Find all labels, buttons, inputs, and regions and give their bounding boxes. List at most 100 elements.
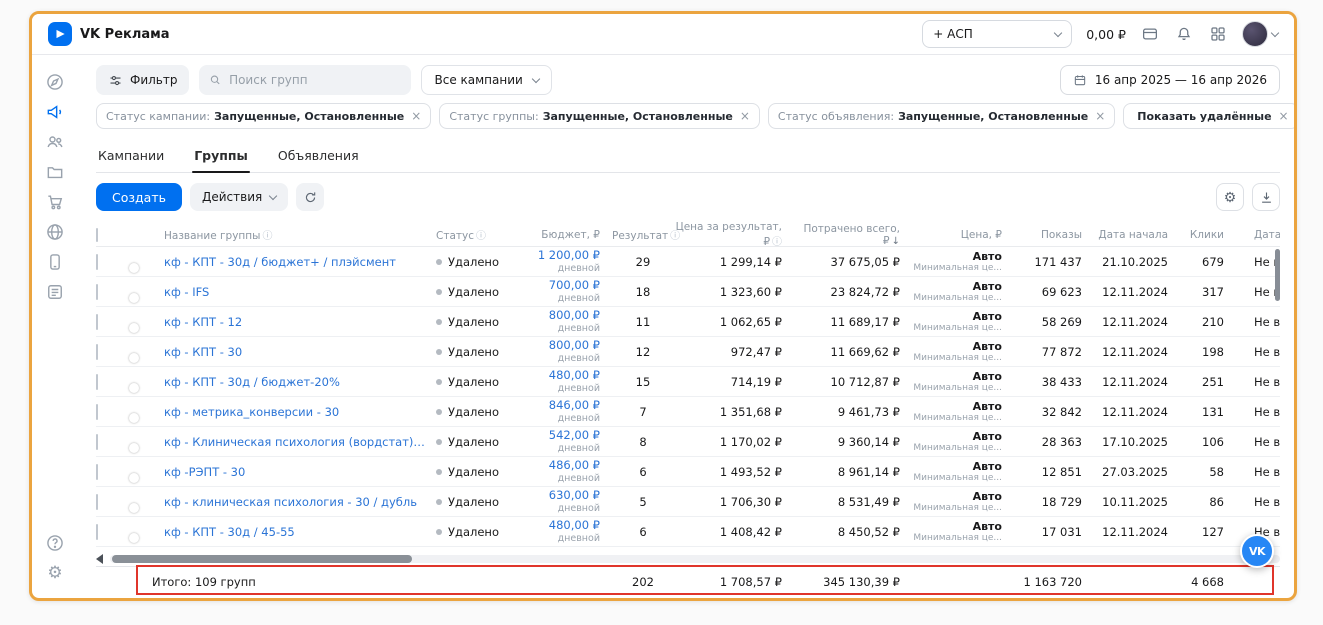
scrollbar-track[interactable] bbox=[110, 555, 1280, 563]
row-checkbox[interactable] bbox=[96, 404, 98, 420]
status-dot-icon bbox=[436, 469, 442, 475]
group-budget: 700,00 ₽дневной bbox=[528, 279, 612, 304]
row-checkbox[interactable] bbox=[96, 464, 98, 480]
filter-chip[interactable]: Статус кампании: Запущенные, Остановленн… bbox=[96, 103, 431, 129]
row-checkbox[interactable] bbox=[96, 524, 98, 540]
scroll-left-icon[interactable] bbox=[96, 554, 103, 564]
filter-chip[interactable]: Статус группы: Запущенные, Остановленные… bbox=[439, 103, 760, 129]
actions-button[interactable]: Действия bbox=[190, 183, 288, 211]
groups-table: Название группыⓘ Статусⓘ Бюджет, ₽ Резул… bbox=[96, 221, 1280, 547]
group-price: АвтоМинимальная це... bbox=[912, 310, 1014, 334]
refresh-button[interactable] bbox=[296, 183, 324, 211]
row-checkbox[interactable] bbox=[96, 344, 98, 360]
vk-ads-logo[interactable]: VK Реклама bbox=[48, 22, 170, 46]
catalogs-icon[interactable] bbox=[40, 277, 70, 307]
logo-text: VK Реклама bbox=[80, 27, 170, 42]
apps-grid-icon[interactable] bbox=[1208, 24, 1228, 44]
group-name-link[interactable]: кф - КПТ - 30 bbox=[164, 345, 436, 359]
table-header-row: Название группыⓘ Статусⓘ Бюджет, ₽ Резул… bbox=[96, 221, 1280, 247]
group-start-date: 12.11.2024 bbox=[1094, 405, 1180, 419]
group-status: Удалено bbox=[436, 495, 528, 509]
tab-campaigns[interactable]: Кампании bbox=[96, 141, 166, 172]
row-checkbox[interactable] bbox=[96, 284, 98, 300]
group-name-link[interactable]: кф -РЭПТ - 30 bbox=[164, 465, 436, 479]
group-name-link[interactable]: кф - КПТ - 30д / 45-55 bbox=[164, 525, 436, 539]
group-clicks: 127 bbox=[1180, 525, 1236, 539]
date-range-picker[interactable]: 16 апр 2025 — 16 апр 2026 bbox=[1060, 65, 1280, 95]
group-name-link[interactable]: кф - КПТ - 12 bbox=[164, 315, 436, 329]
row-checkbox[interactable] bbox=[96, 374, 98, 390]
col-group-name[interactable]: Название группыⓘ bbox=[164, 227, 436, 242]
audiences-icon[interactable] bbox=[40, 127, 70, 157]
row-checkbox[interactable] bbox=[96, 494, 98, 510]
mobile-apps-icon[interactable] bbox=[40, 247, 70, 277]
col-price[interactable]: Цена, ₽ bbox=[912, 229, 1014, 241]
status-dot-icon bbox=[436, 349, 442, 355]
col-budget[interactable]: Бюджет, ₽ bbox=[528, 229, 612, 241]
wallet-icon[interactable] bbox=[1140, 24, 1160, 44]
group-name-link[interactable]: кф - метрика_конверсии - 30 bbox=[164, 405, 436, 419]
search-icon bbox=[209, 73, 222, 87]
scrollbar-thumb[interactable] bbox=[112, 555, 412, 563]
tab-ads[interactable]: Объявления bbox=[276, 141, 361, 172]
status-dot-icon bbox=[436, 379, 442, 385]
row-checkbox[interactable] bbox=[96, 434, 98, 450]
totals-cost-per-result: 1 708,57 ₽ bbox=[674, 575, 794, 589]
group-impressions: 171 437 bbox=[1014, 255, 1094, 269]
group-name-link[interactable]: кф - IFS bbox=[164, 285, 436, 299]
filter-chip[interactable]: Статус объявления: Запущенные, Остановле… bbox=[768, 103, 1115, 129]
help-icon[interactable] bbox=[40, 528, 70, 558]
group-cost-per-result: 1 170,02 ₽ bbox=[674, 435, 794, 449]
row-checkbox[interactable] bbox=[96, 314, 98, 330]
chip-remove-icon[interactable]: × bbox=[1279, 109, 1289, 123]
col-cost-per-result[interactable]: Цена за результат, ₽ⓘ bbox=[674, 221, 794, 248]
col-spent[interactable]: Потрачено всего, ₽↓ bbox=[794, 223, 912, 247]
group-name-link[interactable]: кф - КПТ - 30д / бюджет+ / плэйсмент bbox=[164, 255, 436, 269]
group-status: Удалено bbox=[436, 465, 528, 479]
row-checkbox[interactable] bbox=[96, 254, 98, 270]
col-clicks[interactable]: Клики bbox=[1180, 229, 1236, 241]
tab-groups[interactable]: Группы bbox=[192, 141, 250, 172]
group-name-link[interactable]: кф - клиническая психология - 30 / дубль bbox=[164, 495, 436, 509]
overview-icon[interactable] bbox=[40, 67, 70, 97]
col-start-date[interactable]: Дата начала bbox=[1094, 229, 1180, 241]
search-input[interactable] bbox=[229, 73, 401, 87]
col-result[interactable]: Результатⓘ bbox=[612, 227, 674, 242]
group-cost-per-result: 714,19 ₽ bbox=[674, 375, 794, 389]
col-impressions[interactable]: Показы bbox=[1014, 229, 1094, 241]
filter-button[interactable]: Фильтр bbox=[96, 65, 189, 95]
group-end-date: Не вы bbox=[1236, 435, 1280, 449]
select-all-checkbox[interactable] bbox=[96, 228, 98, 242]
group-name-link[interactable]: кф - КПТ - 30д / бюджет-20% bbox=[164, 375, 436, 389]
create-button[interactable]: Создать bbox=[96, 183, 182, 211]
group-start-date: 21.10.2025 bbox=[1094, 255, 1180, 269]
campaigns-icon[interactable] bbox=[40, 97, 70, 127]
user-menu[interactable] bbox=[1242, 21, 1278, 47]
chip-label: Статус кампании: bbox=[106, 110, 210, 123]
media-icon[interactable] bbox=[40, 157, 70, 187]
settings-gear-icon[interactable]: ⚙ bbox=[40, 558, 70, 588]
sites-icon[interactable] bbox=[40, 217, 70, 247]
filter-chip[interactable]: Показать удалённые × bbox=[1123, 103, 1297, 129]
chip-remove-icon[interactable]: × bbox=[411, 109, 421, 123]
account-selector[interactable]: + АСП bbox=[922, 20, 1072, 48]
status-dot-icon bbox=[436, 259, 442, 265]
chip-remove-icon[interactable]: × bbox=[740, 109, 750, 123]
chip-remove-icon[interactable]: × bbox=[1095, 109, 1105, 123]
export-button[interactable] bbox=[1252, 183, 1280, 211]
group-budget: 846,00 ₽дневной bbox=[528, 399, 612, 424]
campaign-select[interactable]: Все кампании bbox=[421, 65, 551, 95]
group-end-date: Не вы bbox=[1236, 375, 1280, 389]
col-end-date[interactable]: Дата заверш bbox=[1236, 229, 1280, 241]
group-name-link[interactable]: кф - Клиническая психология (вордстат) -… bbox=[164, 435, 436, 449]
vertical-scrollbar-thumb[interactable] bbox=[1275, 249, 1280, 301]
table-settings-button[interactable]: ⚙ bbox=[1216, 183, 1244, 211]
group-spent: 9 461,73 ₽ bbox=[794, 405, 912, 419]
group-price: АвтоМинимальная це... bbox=[912, 340, 1014, 364]
col-status[interactable]: Статусⓘ bbox=[436, 227, 528, 242]
commerce-icon[interactable] bbox=[40, 187, 70, 217]
totals-label: Итого: 109 групп bbox=[96, 575, 436, 589]
vk-fab-button[interactable]: VK bbox=[1240, 534, 1274, 568]
group-clicks: 86 bbox=[1180, 495, 1236, 509]
bell-icon[interactable] bbox=[1174, 24, 1194, 44]
